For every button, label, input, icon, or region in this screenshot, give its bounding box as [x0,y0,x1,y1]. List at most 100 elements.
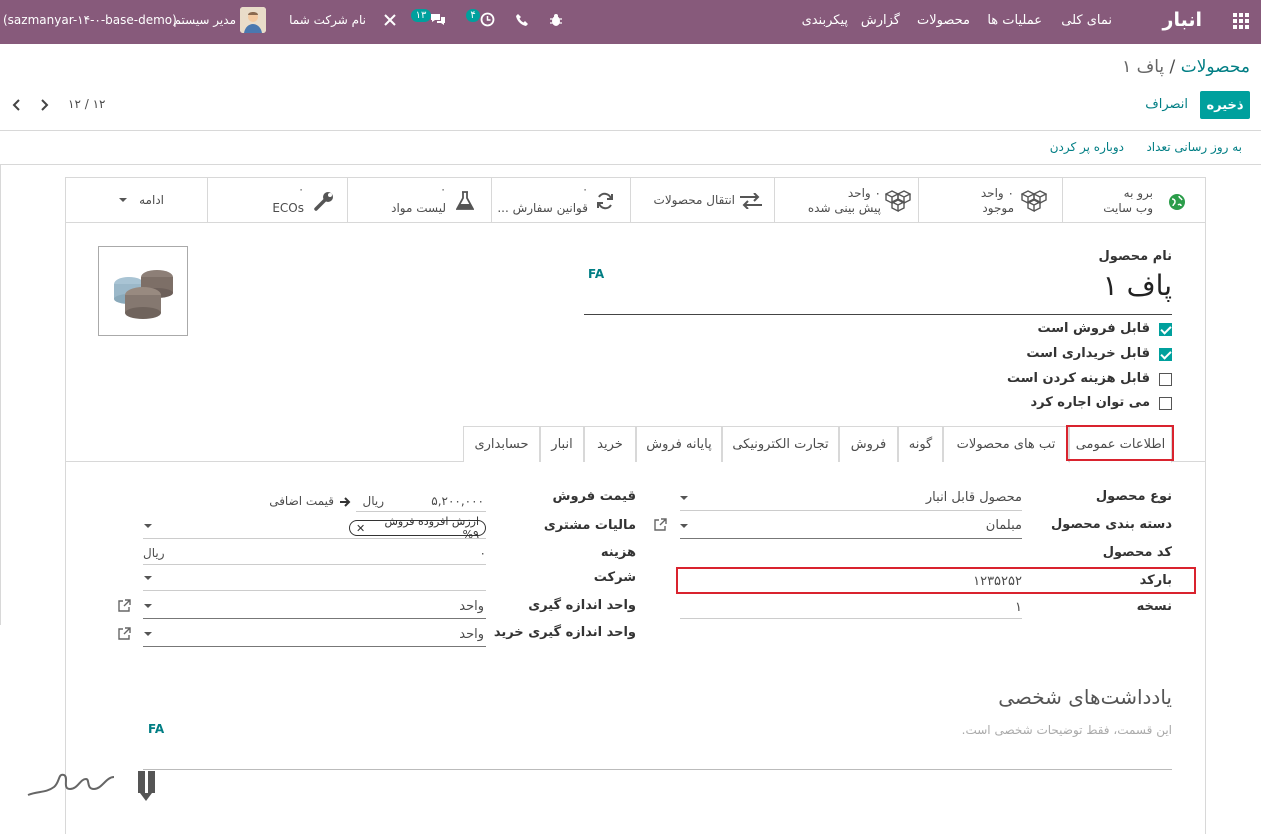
menu-reporting[interactable]: گزارش [852,13,900,28]
can-be-expensed-checkbox[interactable] [1159,373,1172,386]
company-select[interactable] [161,571,486,587]
on-hand-label: موجود [982,201,1014,215]
product-category-label: دسته بندی محصول [1051,517,1172,532]
version-input[interactable]: ۱ [680,600,1022,615]
tab-purchase[interactable]: خرید [584,426,636,462]
cubes-icon [884,190,912,213]
product-image[interactable] [98,246,188,336]
smart-buttons-divider [66,222,1205,223]
user-avatar[interactable] [240,7,266,33]
notes-input[interactable]: این قسمت، فقط توضیحات شخصی است. [766,723,1172,737]
uom-caret-icon [144,604,152,608]
smart-button-forecasted[interactable]: ۰ واحد پیش بینی شده [774,178,918,222]
update-quantity-button[interactable]: به روز رسانی تعداد [1130,140,1242,154]
external-link-icon[interactable] [118,627,131,640]
flask-icon [455,191,475,211]
bom-label: لیست مواد [391,201,446,215]
company-label: شرکت [593,570,636,585]
wrench-icon [314,191,334,211]
smart-button-ecos[interactable]: ۰ ECOs [207,178,347,222]
smart-button-on-hand[interactable]: ۰ واحد موجود [918,178,1062,222]
purchase-uom-underline [143,646,486,647]
pager-value[interactable]: ۱۲ / ۱۲ [68,97,108,111]
can-be-purchased-checkbox[interactable] [1159,348,1172,361]
menu-products[interactable]: محصولات [908,13,970,28]
bug-icon[interactable] [549,13,563,27]
breadcrumb-current: پاف ۱ [1122,57,1165,77]
external-link-icon[interactable] [654,518,667,531]
menu-overview[interactable]: نمای کلی [1056,13,1112,28]
internal-reference-input[interactable] [680,546,1022,562]
save-button[interactable]: ذخیره [1200,91,1250,119]
app-title[interactable]: انبار [1162,9,1202,31]
breadcrumb-separator: / [1169,57,1176,77]
pager-prev-icon[interactable] [12,99,22,111]
cost-currency: ریال [143,546,165,560]
tab-sales[interactable]: فروش [839,426,898,462]
purchase-uom-select[interactable]: واحد [161,627,484,642]
product-type-label: نوع محصول [1095,489,1172,504]
smart-button-bom[interactable]: ۰ لیست مواد [347,178,491,222]
smart-button-moves[interactable]: انتقال محصولات [630,178,774,222]
company-switcher[interactable]: نام شرکت شما [280,13,366,27]
version-label: نسخه [1136,599,1172,614]
notes-underline [143,769,1172,770]
tag-remove-icon[interactable]: ✕ [356,522,365,535]
control-panel-divider [0,130,1261,131]
uom-select[interactable]: واحد [161,599,484,614]
tab-ecommerce[interactable]: تجارت الکترونیکی [722,426,839,462]
menu-operations[interactable]: عملیات ها [978,13,1042,28]
tools-icon[interactable] [383,13,397,27]
discard-button[interactable]: انصراف [1140,97,1188,112]
replenish-button[interactable]: دوباره پر کردن [1036,140,1124,154]
tab-accounting[interactable]: حسابداری [463,426,540,462]
smart-button-more[interactable]: ادامه [66,178,207,222]
moves-label: انتقال محصولات [653,193,735,207]
cost-input[interactable]: ۰ [396,546,486,560]
product-name-underline [584,314,1172,315]
uom-underline [143,618,486,619]
breadcrumb-parent[interactable]: محصولات [1181,57,1250,77]
extra-prices-button[interactable]: قیمت اضافی [256,494,334,508]
sales-price-input[interactable]: ۵,۲۰۰,۰۰۰ [396,494,484,508]
activity-clock-icon[interactable] [480,12,495,27]
product-name-input[interactable]: پاف ۱ [584,269,1172,302]
reordering-value: ۰ [582,183,588,196]
tab-point-of-sale[interactable]: پایانه فروش [636,426,722,462]
ecos-value: ۰ [298,183,304,196]
left-edge-line [0,165,1,625]
can-be-expensed-label: قابل هزینه کردن است [1006,371,1150,386]
external-link-icon[interactable] [118,599,131,612]
barcode-highlight [676,567,1196,594]
bom-value: ۰ [440,183,446,196]
general-tab-highlight [1066,425,1174,461]
messages-icon[interactable] [430,13,446,27]
customer-tax-tag[interactable]: ✕ ارزش افزوده فروش ۹% [349,515,486,541]
arrow-right-icon [339,496,351,507]
forecasted-label: پیش بینی شده [807,201,881,215]
breadcrumb: محصولات / پاف ۱ [1000,57,1250,77]
phone-icon[interactable] [515,13,529,27]
product-category-select[interactable]: مبلمان [696,518,1022,533]
watermark-logo [20,765,168,811]
pager-next-icon[interactable] [39,99,49,111]
statusbar-divider [0,164,1261,165]
smart-button-website[interactable]: برو به وب سایت [1062,178,1206,222]
cubes-icon [1020,190,1048,213]
tab-product-tabs[interactable]: تب های محصولات [943,426,1069,462]
can-be-rented-checkbox[interactable] [1159,397,1172,410]
internal-reference-label: کد محصول [1102,545,1172,560]
customer-taxes-underline [143,538,486,539]
sales-price-underline [356,511,486,512]
apps-menu-icon[interactable] [1233,13,1249,29]
can-be-sold-checkbox[interactable] [1159,323,1172,336]
company-underline [143,590,486,591]
top-navbar: انبار نمای کلی عملیات ها محصولات گزارش پ… [0,0,1261,44]
tab-variants[interactable]: گونه [898,426,943,462]
product-type-select[interactable]: محصول قابل انبار [696,490,1022,505]
notes-lang-button[interactable]: FA [148,722,168,736]
menu-configuration[interactable]: پیکربندی [790,13,848,28]
on-hand-value: ۰ واحد [980,186,1014,200]
tab-inventory[interactable]: انبار [540,426,584,462]
smart-button-reordering-rules[interactable]: ۰ قوانین سفارش ... [491,178,630,222]
